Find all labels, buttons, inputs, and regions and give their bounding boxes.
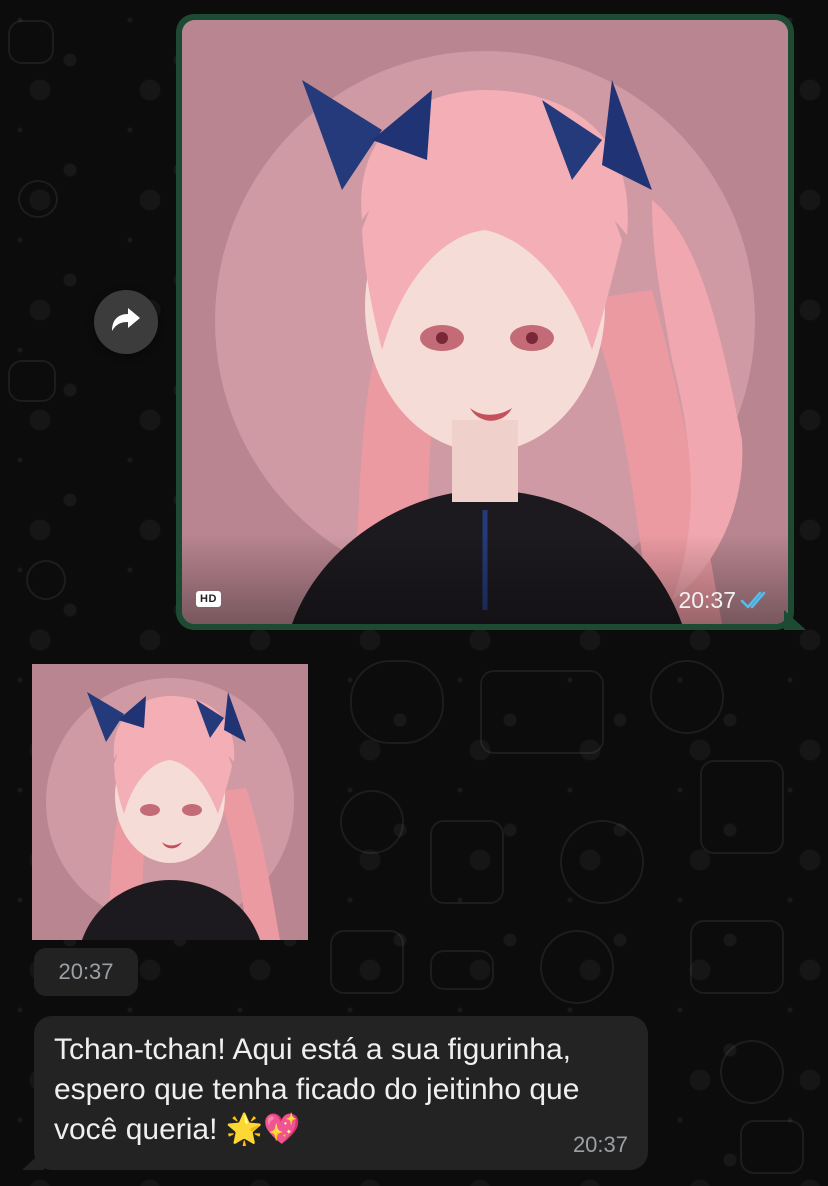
- shared-image[interactable]: HD 20:37: [182, 20, 788, 624]
- wallpaper-doodle: [26, 560, 66, 600]
- message-time: 20:37: [678, 587, 736, 613]
- wallpaper-doodle: [720, 1040, 784, 1104]
- double-check-icon: [740, 590, 772, 610]
- wallpaper-doodle: [350, 660, 444, 744]
- forward-arrow-icon: [110, 306, 142, 339]
- incoming-message-bubble[interactable]: Tchan-tchan! Aqui está a sua figurinha, …: [34, 1016, 648, 1170]
- message-time: 20:37: [572, 1132, 628, 1157]
- wallpaper-doodle: [18, 180, 58, 218]
- wallpaper-doodle: [700, 760, 784, 854]
- sticker-time: 20:37: [34, 948, 138, 996]
- wallpaper-doodle: [8, 20, 54, 64]
- forward-button[interactable]: [94, 290, 158, 354]
- wallpaper-doodle: [690, 920, 784, 994]
- wallpaper-doodle: [8, 360, 56, 402]
- wallpaper-doodle: [330, 930, 404, 994]
- wallpaper-doodle: [540, 930, 614, 1004]
- wallpaper-doodle: [430, 820, 504, 904]
- wallpaper-doodle: [650, 660, 724, 734]
- sticker-image[interactable]: [32, 664, 308, 940]
- wallpaper-doodle: [340, 790, 404, 854]
- wallpaper-doodle: [480, 670, 604, 754]
- wallpaper-doodle: [560, 820, 644, 904]
- message-text: Tchan-tchan! Aqui está a sua figurinha, …: [54, 1033, 580, 1146]
- wallpaper-doodle: [430, 950, 494, 990]
- outgoing-message-bubble[interactable]: HD 20:37: [176, 14, 794, 630]
- wallpaper-doodle: [740, 1120, 804, 1174]
- hd-badge: HD: [196, 591, 221, 607]
